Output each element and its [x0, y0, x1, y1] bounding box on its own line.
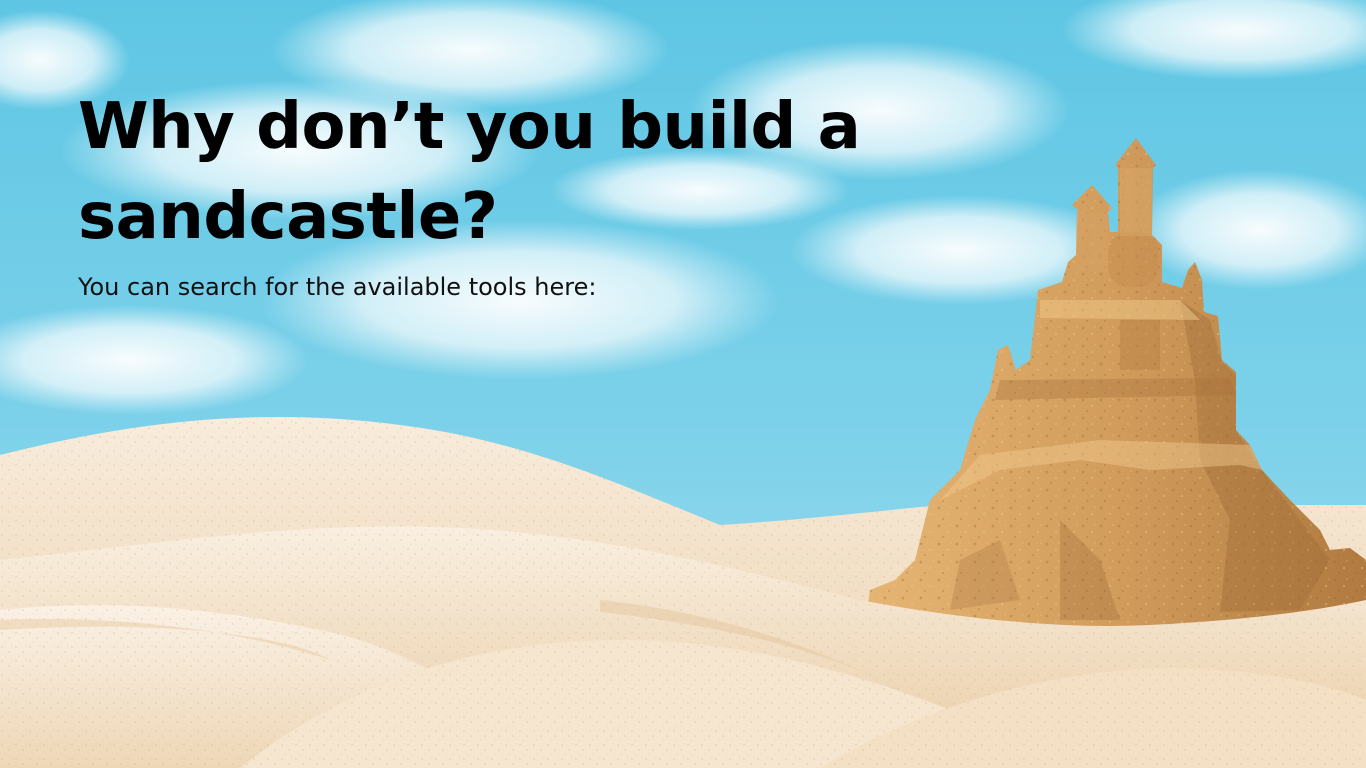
- slide-subtitle: You can search for the available tools h…: [78, 273, 597, 301]
- slide-title: Why don’t you build a sandcastle?: [78, 90, 861, 254]
- slide-canvas: Why don’t you build a sandcastle? You ca…: [0, 0, 1366, 768]
